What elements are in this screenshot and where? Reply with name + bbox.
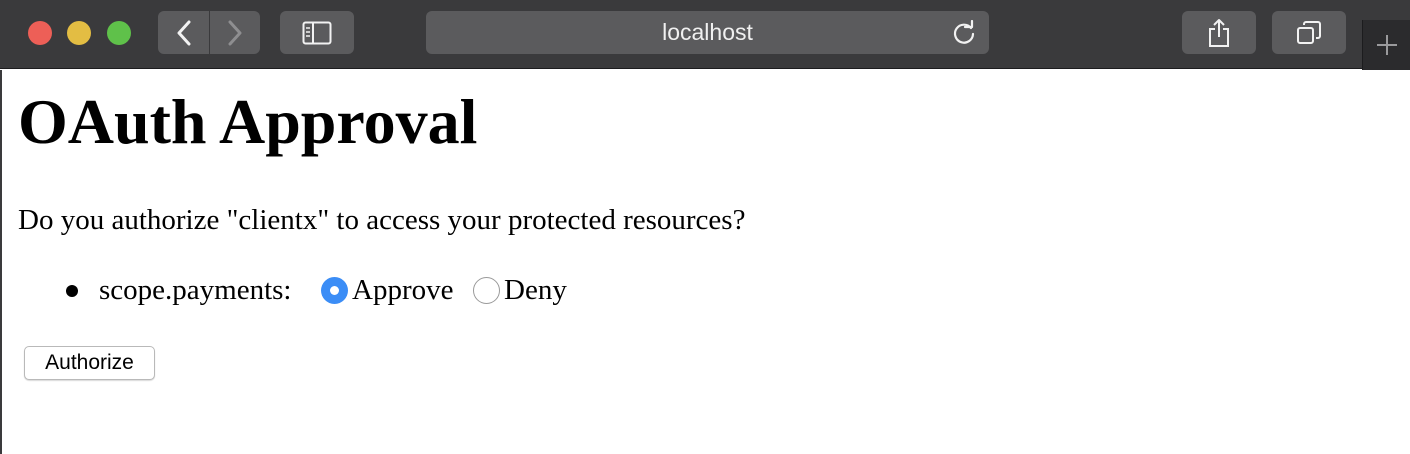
new-tab-button[interactable]	[1362, 20, 1410, 70]
tabs-overview-icon	[1297, 20, 1321, 44]
browser-toolbar: localhost	[0, 0, 1410, 70]
deny-label[interactable]: Deny	[504, 274, 567, 307]
reload-icon[interactable]	[951, 20, 977, 46]
approve-radio[interactable]	[321, 277, 348, 304]
scope-name: scope.payments:	[99, 274, 292, 306]
deny-radio[interactable]	[473, 277, 500, 304]
chevron-left-icon	[177, 20, 190, 45]
address-bar[interactable]: localhost	[426, 11, 989, 54]
zoom-window-button[interactable]	[107, 21, 131, 45]
back-button[interactable]	[158, 11, 209, 54]
share-icon	[1209, 18, 1229, 47]
chevron-right-icon	[228, 20, 242, 45]
forward-button[interactable]	[210, 11, 260, 54]
approve-label[interactable]: Approve	[352, 274, 453, 307]
authorize-button[interactable]: Authorize	[24, 346, 155, 380]
browser-window: localhost OAuth Approval Do you authoriz…	[0, 0, 1410, 454]
tab-overview-button[interactable]	[1272, 11, 1346, 54]
share-button[interactable]	[1182, 11, 1256, 54]
close-window-button[interactable]	[28, 21, 52, 45]
plus-icon	[1376, 35, 1397, 55]
page-title: OAuth Approval	[18, 86, 478, 157]
address-url[interactable]: localhost	[426, 11, 989, 54]
sidebar-icon	[302, 21, 332, 44]
bullet-icon	[66, 285, 78, 297]
minimize-window-button[interactable]	[67, 21, 91, 45]
page-content: OAuth Approval Do you authorize "clientx…	[0, 70, 1410, 454]
authorization-question: Do you authorize "clientx" to access you…	[18, 204, 746, 236]
sidebar-toggle-button[interactable]	[280, 11, 354, 54]
